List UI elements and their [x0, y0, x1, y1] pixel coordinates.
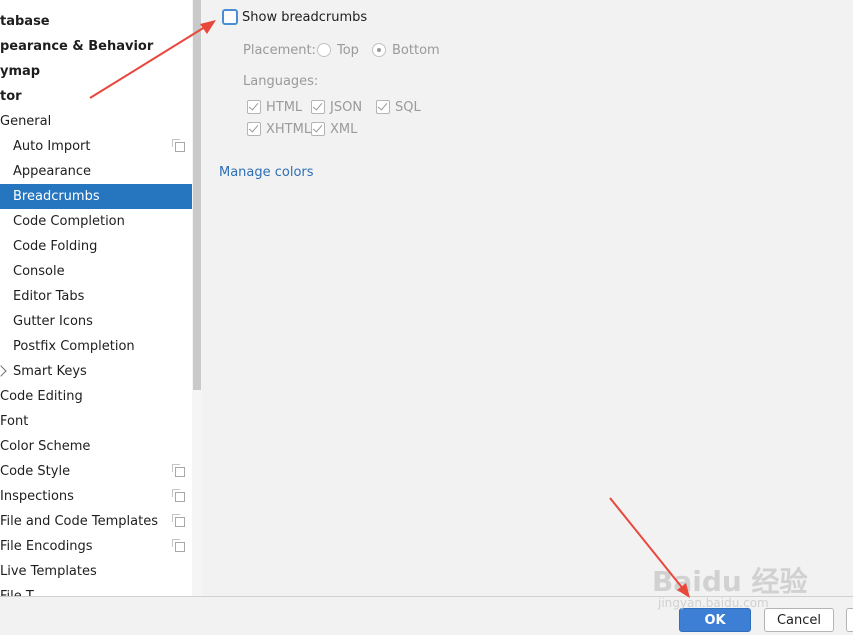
copy-icon [172, 464, 185, 477]
sidebar-item-label: General [0, 114, 52, 129]
sidebar-item-label: File Encodings [0, 539, 93, 554]
sidebar-item-console[interactable]: Console [0, 259, 192, 284]
placement-bottom-radio[interactable] [372, 43, 386, 57]
cancel-button[interactable]: Cancel [764, 608, 834, 632]
sidebar-item-auto-import[interactable]: Auto Import [0, 134, 192, 159]
sidebar-item-label: tabase [0, 14, 50, 29]
sidebar-item-code-completion[interactable]: Code Completion [0, 209, 192, 234]
sidebar-item-postfix-completion[interactable]: Postfix Completion [0, 334, 192, 359]
sidebar-item-label: Breadcrumbs [13, 189, 100, 204]
sidebar-item-label: Code Editing [0, 389, 83, 404]
copy-icon [172, 139, 185, 152]
watermark-url: jingyan.baidu.com [658, 596, 769, 610]
sidebar-item-label: Code Style [0, 464, 71, 479]
sidebar-item-label: Console [13, 264, 65, 279]
language-sql-label[interactable]: SQL [395, 100, 421, 115]
language-xml-checkbox[interactable] [311, 122, 325, 136]
sidebar-item-editor-tabs[interactable]: Editor Tabs [0, 284, 192, 309]
language-json-label[interactable]: JSON [330, 100, 362, 115]
language-sql-checkbox[interactable] [376, 100, 390, 114]
sidebar-item-label: Code Completion [13, 214, 125, 229]
show-breadcrumbs-label[interactable]: Show breadcrumbs [242, 10, 367, 25]
sidebar-item-label: Inspections [0, 489, 74, 504]
sidebar-item-code-folding[interactable]: Code Folding [0, 234, 192, 259]
sidebar-item-general[interactable]: General [0, 109, 192, 134]
sidebar-item-label: Appearance [13, 164, 92, 179]
sidebar-item-label: Live Templates [0, 564, 97, 579]
sidebar-scrollbar-thumb[interactable] [193, 0, 201, 390]
sidebar-item-smart-keys[interactable]: Smart Keys [0, 359, 192, 384]
sidebar-item-label: Auto Import [13, 139, 91, 154]
placement-label: Placement: [243, 43, 316, 58]
sidebar-item-file-and-code-templates[interactable]: File and Code Templates [0, 509, 192, 534]
sidebar-item-label: ymap [0, 64, 41, 79]
sidebar-item-label: File T [0, 584, 34, 596]
language-xhtml-checkbox[interactable] [247, 122, 261, 136]
sidebar-item-label: Code Folding [13, 239, 98, 254]
sidebar-item-label: Font [0, 414, 29, 429]
sidebar-item-code-style[interactable]: Code Style [0, 459, 192, 484]
languages-label: Languages: [243, 74, 319, 89]
sidebar-item-label: pearance & Behavior [0, 39, 154, 54]
copy-icon [172, 489, 185, 502]
placement-bottom-label[interactable]: Bottom [392, 43, 440, 58]
sidebar-item-label: Gutter Icons [13, 314, 93, 329]
sidebar-item-live-templates[interactable]: Live Templates [0, 559, 192, 584]
language-xhtml-label[interactable]: XHTML [266, 122, 311, 137]
placement-top-radio[interactable] [317, 43, 331, 57]
sidebar-item-color-scheme[interactable]: Color Scheme [0, 434, 192, 459]
sidebar-item-label: File and Code Templates [0, 514, 158, 529]
watermark-logo-text: Baidu 经验 [652, 565, 808, 598]
language-json-checkbox[interactable] [311, 100, 325, 114]
apply-button-partial[interactable] [846, 608, 853, 632]
manage-colors-link[interactable]: Manage colors [219, 165, 314, 180]
ok-button[interactable]: OK [679, 608, 751, 632]
language-html-label[interactable]: HTML [266, 100, 302, 115]
copy-icon [172, 514, 185, 527]
sidebar-item-code-editing[interactable]: Code Editing [0, 384, 192, 409]
sidebar-item-font[interactable]: Font [0, 409, 192, 434]
sidebar-item-tabase[interactable]: tabase [0, 9, 192, 34]
placement-top-label[interactable]: Top [337, 43, 359, 58]
sidebar-item-label: Postfix Completion [13, 339, 135, 354]
sidebar-item-ymap[interactable]: ymap [0, 59, 192, 84]
sidebar-item-inspections[interactable]: Inspections [0, 484, 192, 509]
sidebar-item-gutter-icons[interactable]: Gutter Icons [0, 309, 192, 334]
sidebar-item-label: Smart Keys [13, 364, 87, 379]
sidebar-item-tor[interactable]: tor [0, 84, 192, 109]
sidebar-item-appearance[interactable]: Appearance [0, 159, 192, 184]
language-html-checkbox[interactable] [247, 100, 261, 114]
chevron-right-icon[interactable] [0, 365, 7, 377]
settings-sidebar: tabase pearance & Behavior ymap tor General A… [0, 0, 202, 596]
sidebar-item-file-t[interactable]: File T [0, 584, 192, 596]
language-xml-label[interactable]: XML [330, 122, 357, 137]
sidebar-item-pearance-behavior[interactable]: pearance & Behavior [0, 34, 192, 59]
sidebar-item-label: Editor Tabs [13, 289, 85, 304]
sidebar-item-label: Color Scheme [0, 439, 91, 454]
breadcrumbs-settings-panel: Show breadcrumbs Placement: Top Bottom L… [202, 0, 853, 596]
sidebar-item-file-encodings[interactable]: File Encodings [0, 534, 192, 559]
show-breadcrumbs-checkbox[interactable] [222, 9, 238, 25]
sidebar-item-label: tor [0, 89, 22, 104]
copy-icon [172, 539, 185, 552]
sidebar-item-breadcrumbs[interactable]: Breadcrumbs [0, 184, 202, 209]
